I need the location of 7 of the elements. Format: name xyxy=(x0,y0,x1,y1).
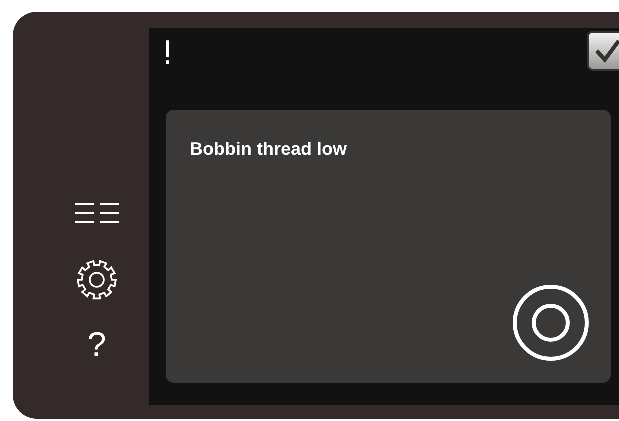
target-icon[interactable] xyxy=(512,284,590,362)
alert-mark: ! xyxy=(163,36,172,70)
confirm-button[interactable] xyxy=(587,31,619,71)
help-button[interactable]: ? xyxy=(88,328,106,362)
settings-icon[interactable] xyxy=(75,258,119,302)
message-text: Bobbin thread low xyxy=(190,138,347,161)
check-icon xyxy=(595,39,619,63)
